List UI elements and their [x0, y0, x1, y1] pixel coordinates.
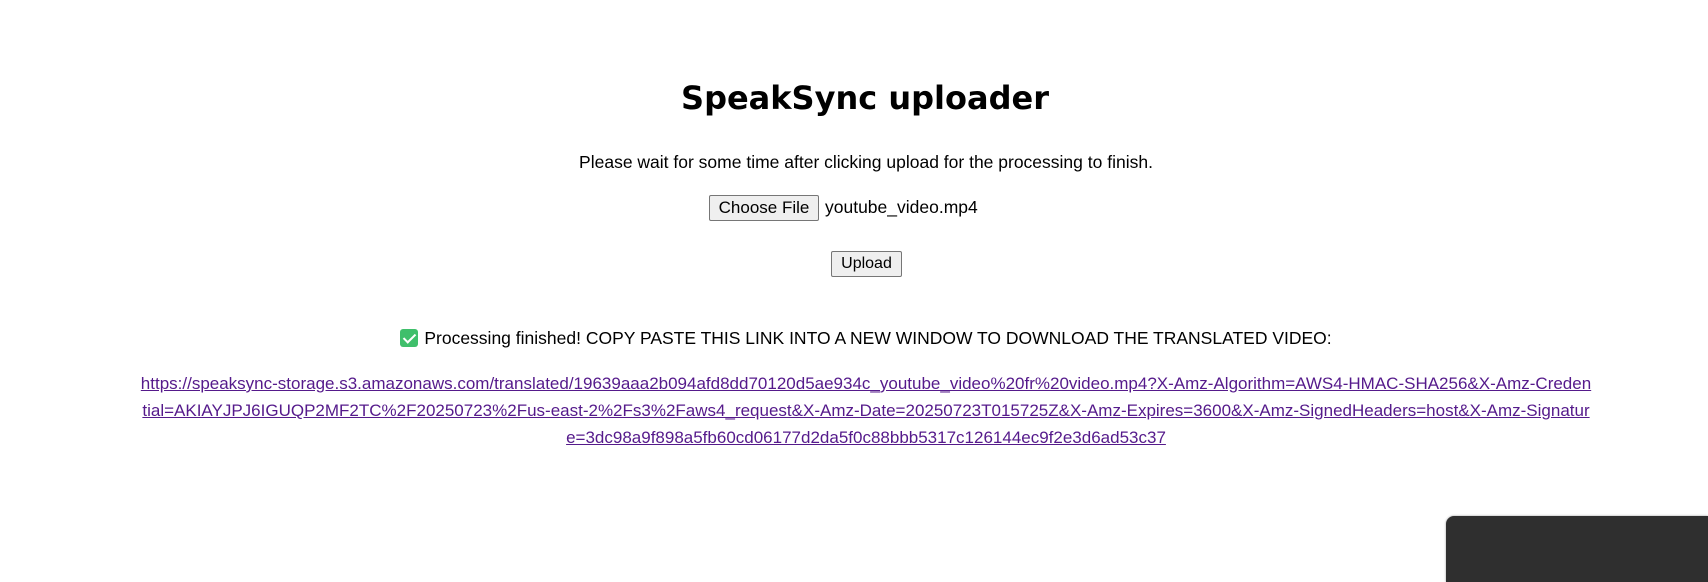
download-link-container: https://speaksync-storage.s3.amazonaws.c… [140, 370, 1592, 451]
selected-file-name: youtube_video.mp4 [825, 197, 978, 217]
upload-button[interactable]: Upload [831, 251, 902, 277]
status-text: Processing finished! COPY PASTE THIS LIN… [424, 328, 1332, 348]
overlay-panel [1446, 516, 1708, 582]
file-input[interactable]: Choose File youtube_video.mp4 [709, 194, 978, 221]
download-link[interactable]: https://speaksync-storage.s3.amazonaws.c… [141, 374, 1591, 447]
check-icon [400, 329, 419, 347]
instructions-text: Please wait for some time after clicking… [579, 152, 1153, 172]
status-message: Processing finished! COPY PASTE THIS LIN… [0, 326, 1708, 350]
page-title: SpeakSync uploader [681, 79, 1049, 117]
page: SpeakSync uploader Please wait for some … [0, 0, 1708, 582]
choose-file-button[interactable]: Choose File [709, 194, 819, 221]
